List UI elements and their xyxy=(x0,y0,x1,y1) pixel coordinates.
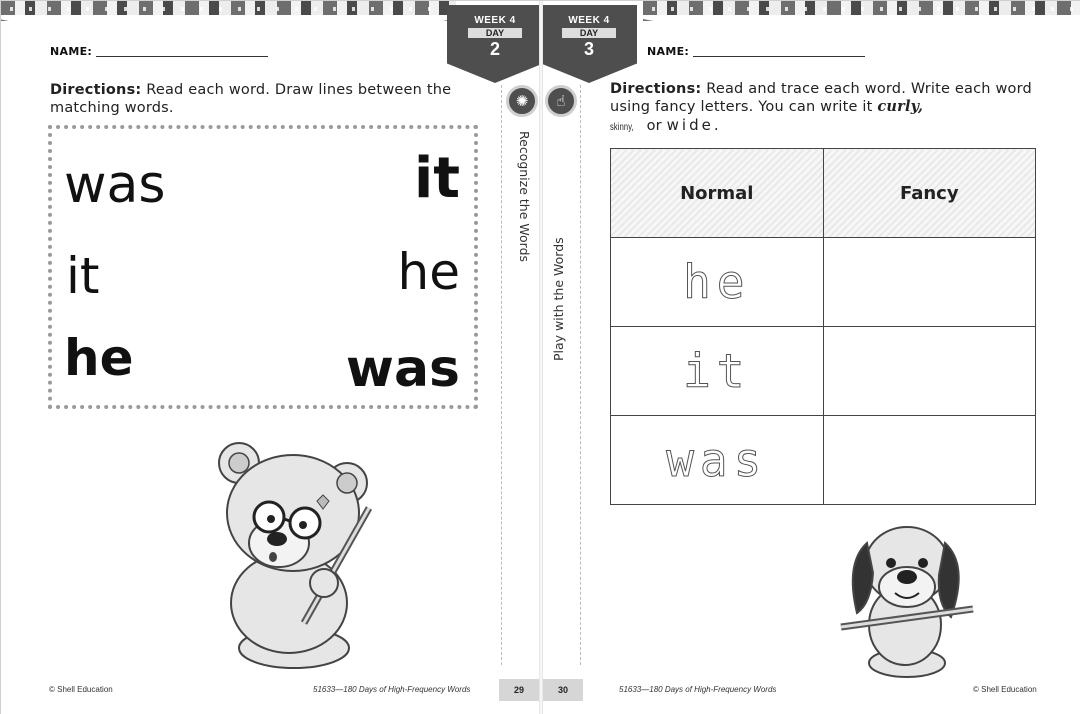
match-left-word-2[interactable]: it xyxy=(66,251,100,301)
trace-word-cell[interactable]: it xyxy=(610,326,824,416)
trace-word: he xyxy=(683,255,751,310)
footer-copyright: © Shell Education xyxy=(49,685,113,694)
fancy-write-cell[interactable] xyxy=(822,415,1037,505)
footer-title: 51633—180 Days of High-Frequency Words xyxy=(619,685,776,694)
puppy-illustration xyxy=(840,526,974,678)
teddy-bear-illustration xyxy=(218,442,373,669)
header-normal: Normal xyxy=(610,148,824,238)
lightbulb-icon: ✺ xyxy=(506,85,538,117)
header-fancy: Fancy xyxy=(822,148,1037,238)
page-number: 30 xyxy=(543,679,583,701)
pointing-hand-icon: ☝ xyxy=(545,85,577,117)
match-left-word-1[interactable]: was xyxy=(64,159,166,211)
name-label: NAME: xyxy=(647,45,690,58)
match-right-word-1[interactable]: it xyxy=(414,151,460,207)
table-row: was xyxy=(610,415,1037,505)
name-line[interactable] xyxy=(693,56,866,57)
trace-word-cell[interactable]: was xyxy=(610,415,824,505)
week-label: WEEK 4 xyxy=(568,15,610,26)
footer-title-text: 51633—180 Days of High-Frequency Words xyxy=(313,685,471,694)
directions: Directions: Read and trace each word. Wr… xyxy=(610,80,1040,137)
table-row: he xyxy=(610,237,1037,327)
fancy-write-cell[interactable] xyxy=(822,237,1037,327)
name-label: NAME: xyxy=(50,45,93,58)
workbook-spread: NAME: Directions: Read each word. Draw l… xyxy=(0,0,1080,714)
footer-copyright: © Shell Education xyxy=(973,685,1037,694)
skinny-example: skinny, xyxy=(610,122,634,133)
trace-word: it xyxy=(683,344,751,399)
table-header-row: Normal Fancy xyxy=(610,148,1037,238)
table-row: it xyxy=(610,326,1037,416)
trace-word-cell[interactable]: he xyxy=(610,237,824,327)
page-number: 29 xyxy=(499,679,539,701)
curly-example: curly, xyxy=(877,98,924,115)
wide-example: wide. xyxy=(666,116,722,134)
name-line[interactable] xyxy=(96,56,269,57)
name-field[interactable]: NAME: xyxy=(50,45,269,58)
section-title: Recognize the Words xyxy=(517,131,532,263)
footer-title-text: 51633—180 Days of High-Frequency Words xyxy=(619,685,777,694)
match-right-word-2[interactable]: he xyxy=(398,247,460,297)
match-left-word-3[interactable]: he xyxy=(64,333,134,383)
left-page: NAME: Directions: Read each word. Draw l… xyxy=(1,1,541,714)
directions-label: Directions: xyxy=(50,82,142,98)
fancy-write-cell[interactable] xyxy=(822,326,1037,416)
day-number: 2 xyxy=(489,39,500,59)
day-label: DAY xyxy=(468,28,522,38)
section-title: Play with the Words xyxy=(551,237,566,361)
section-strip-left: ✺ Recognize the Words xyxy=(501,85,541,665)
trace-word: was xyxy=(666,433,768,488)
section-strip-right: ☝ Play with the Words xyxy=(541,85,581,665)
footer-title: 51633—180 Days of High-Frequency Words xyxy=(313,685,470,694)
matching-box: was it he it he was xyxy=(48,125,478,409)
or-text: or xyxy=(641,118,667,134)
day-number: 3 xyxy=(583,39,594,59)
directions: Directions: Read each word. Draw lines b… xyxy=(50,81,480,117)
week-label: WEEK 4 xyxy=(474,15,516,26)
words-table: Normal Fancy he it was xyxy=(610,148,1037,505)
name-field[interactable]: NAME: xyxy=(647,45,866,58)
directions-label: Directions: xyxy=(610,81,702,97)
match-right-word-3[interactable]: was xyxy=(346,343,460,395)
day-label: DAY xyxy=(562,28,616,38)
